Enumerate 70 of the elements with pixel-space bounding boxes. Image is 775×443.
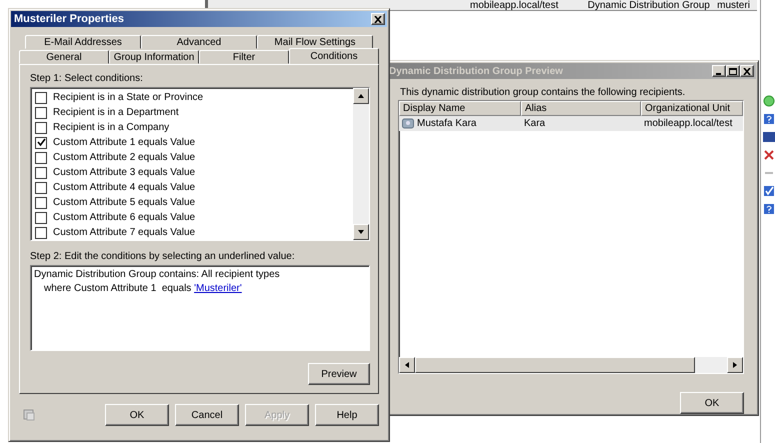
step-label: Step 1: Select conditions: xyxy=(30,73,144,84)
close-icon xyxy=(743,68,751,74)
tab[interactable]: Advanced xyxy=(141,35,257,49)
condition-label[interactable]: Custom Attribute 4 equals Value xyxy=(53,182,196,193)
scroll-left-icon[interactable] xyxy=(399,357,415,373)
scroll-right-icon[interactable] xyxy=(727,357,743,373)
intro-text: This dynamic distribution group contains the following recipients. xyxy=(400,87,686,98)
delete-icon[interactable] xyxy=(762,149,774,161)
checkbox[interactable] xyxy=(35,212,47,224)
dialog-button[interactable]: Help xyxy=(315,404,379,426)
condition-label[interactable]: Custom Attribute 1 equals Value xyxy=(53,137,196,148)
preview-button[interactable]: Preview xyxy=(308,363,370,385)
condition-label[interactable]: Custom Attribute 2 equals Value xyxy=(53,152,196,163)
checkbox[interactable] xyxy=(35,136,47,148)
checkbox[interactable] xyxy=(35,196,47,208)
checkbox[interactable] xyxy=(35,182,47,194)
window-title: Musteriler Properties xyxy=(14,13,124,25)
list-cell-text: mobileapp.local/test xyxy=(470,0,560,10)
dialog-button[interactable]: OK xyxy=(105,404,169,426)
ok-button[interactable]: OK xyxy=(680,392,744,414)
list-cell-text: musteri xyxy=(717,0,751,10)
close-icon xyxy=(374,16,382,22)
help-icon[interactable] xyxy=(762,203,774,215)
table-cell: mobileapp.local/test xyxy=(644,118,732,129)
scroll-thumb[interactable] xyxy=(415,357,695,373)
column-header[interactable]: Alias xyxy=(521,101,641,116)
condition-label[interactable]: Custom Attribute 6 equals Value xyxy=(53,212,196,223)
close-button[interactable] xyxy=(371,13,385,25)
scroll-down-icon[interactable] xyxy=(353,224,369,240)
minimize-button[interactable] xyxy=(712,65,726,77)
list-row[interactable]: mobileapp.local/test Dynamic Distribution Group musteri xyxy=(205,0,757,11)
properties-icon xyxy=(23,409,35,421)
checkbox[interactable] xyxy=(35,106,47,118)
dialog-button[interactable]: Cancel xyxy=(175,404,239,426)
condition-label[interactable]: Custom Attribute 3 equals Value xyxy=(53,167,196,178)
column-header[interactable]: Organizational Unit xyxy=(641,101,743,116)
step-label: Step 2: Edit the conditions by selecting an underlined value: xyxy=(30,251,296,262)
condition-label[interactable]: Custom Attribute 7 equals Value xyxy=(53,227,196,238)
close-button[interactable] xyxy=(740,65,754,77)
table-cell: Kara xyxy=(524,118,546,129)
checkbox[interactable] xyxy=(35,92,47,104)
tab[interactable]: E-Mail Addresses xyxy=(25,35,141,49)
checkbox[interactable] xyxy=(35,226,47,238)
value-link[interactable]: 'Musteriler' xyxy=(194,283,242,294)
maximize-icon xyxy=(729,68,737,74)
list-cell-text: Dynamic Distribution Group xyxy=(588,0,711,10)
scroll-up-icon[interactable] xyxy=(353,88,369,104)
condition-label[interactable]: Custom Attribute 5 equals Value xyxy=(53,197,196,208)
checkbox[interactable] xyxy=(35,166,47,178)
table-cell: Mustafa Kara xyxy=(417,118,476,129)
condition-label[interactable]: Recipient is in a Company xyxy=(53,122,170,133)
scrollbar[interactable] xyxy=(353,88,369,240)
window-title: Dynamic Distribution Group Preview xyxy=(389,66,563,76)
description-text: where Custom Attribute 1 equals xyxy=(44,283,192,294)
condition-label[interactable]: Recipient is in a Department xyxy=(53,107,179,118)
maximize-button[interactable] xyxy=(726,65,740,77)
tab[interactable]: Mail Flow Settings xyxy=(257,35,373,49)
condition-label[interactable]: Recipient is in a State or Province xyxy=(53,92,204,103)
checkmark-icon[interactable] xyxy=(762,185,774,197)
tab[interactable]: Conditions xyxy=(289,48,379,64)
checkbox[interactable] xyxy=(35,152,47,164)
column-header[interactable]: Display Name xyxy=(399,101,521,116)
tab[interactable]: Filter xyxy=(199,50,289,64)
list-row[interactable]: Mustafa Kara Kara mobileapp.local/test xyxy=(399,116,743,131)
tab[interactable]: Group Information xyxy=(109,50,199,64)
tab[interactable]: General xyxy=(19,50,109,64)
checkbox[interactable] xyxy=(35,122,47,134)
horizontal-scrollbar[interactable] xyxy=(399,357,743,373)
description-text: Dynamic Distribution Group contains: All recipient types xyxy=(34,268,281,282)
help-icon[interactable] xyxy=(762,113,774,125)
